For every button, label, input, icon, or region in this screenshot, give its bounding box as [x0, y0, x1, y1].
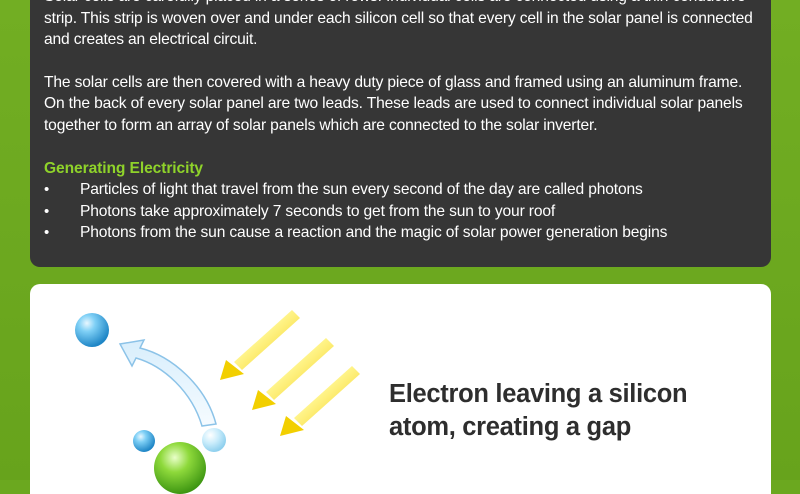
list-item: • Photons take approximately 7 seconds t… — [44, 201, 757, 223]
bullet-marker: • — [44, 224, 50, 242]
diagram-caption: Electron leaving a silicon atom, creatin… — [389, 380, 688, 441]
electron-diagram — [75, 310, 360, 494]
silicon-atom-icon — [154, 442, 206, 494]
list-item: • Particles of light that travel from th… — [44, 179, 757, 201]
electron-gap-icon — [202, 428, 226, 452]
list-item-text: Particles of light that travel from the … — [80, 181, 643, 199]
electron-sphere-icon — [133, 430, 155, 452]
curved-arrow-icon — [118, 339, 217, 427]
paragraph-glass-and-frame: The solar cells are then covered with a … — [44, 73, 743, 134]
bullet-list: • Particles of light that travel from th… — [44, 179, 757, 244]
list-item-text: Photons take approximately 7 seconds to … — [80, 202, 556, 220]
list-item: • Photons from the sun cause a reaction … — [44, 222, 757, 244]
list-item-text: Photons from the sun cause a reaction an… — [80, 224, 668, 242]
diagram-panel: Electron leaving a silicon atom, creatin… — [30, 284, 771, 494]
bullet-marker: • — [44, 181, 50, 199]
photon-ray-icon — [220, 310, 300, 380]
electron-sphere-icon — [75, 313, 109, 347]
paragraph-solar-cell-rows: Solar cells are carefully placed in a se… — [44, 0, 753, 49]
section-heading: Generating Electricity — [44, 159, 203, 177]
info-panel: Solar cells are carefully placed in a se… — [30, 0, 771, 267]
bullet-marker: • — [44, 202, 50, 220]
